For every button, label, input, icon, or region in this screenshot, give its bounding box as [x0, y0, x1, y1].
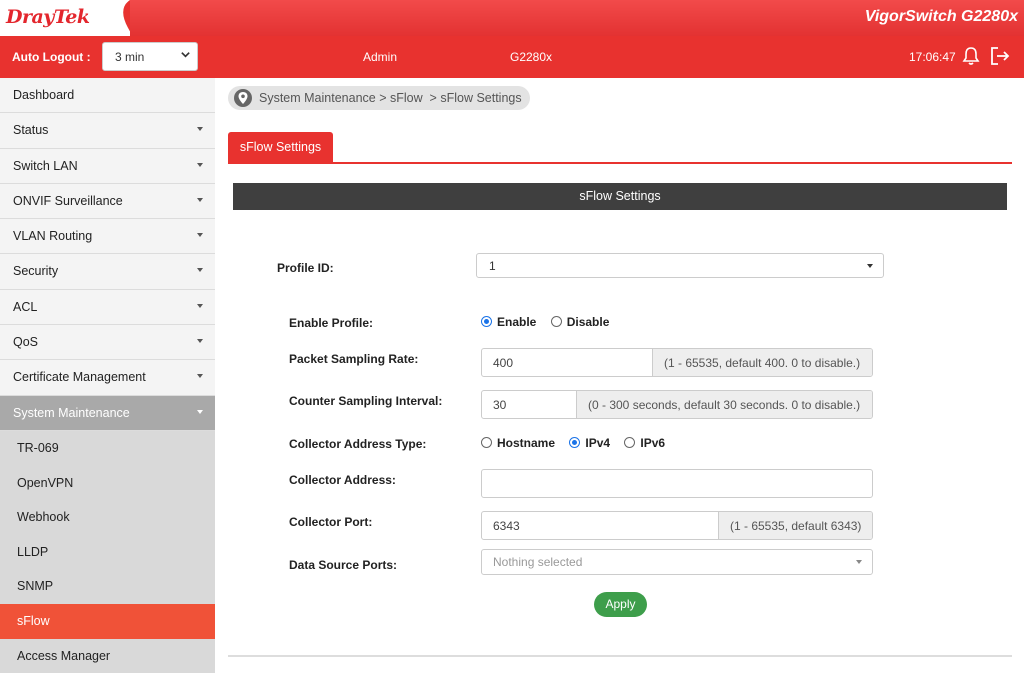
profile-id-label: Profile ID: — [277, 261, 334, 275]
draytek-logo: DrayTek — [6, 6, 90, 28]
collector-port-label: Collector Port: — [289, 515, 373, 529]
logout-icon[interactable] — [989, 46, 1011, 66]
collector-address-type-label: Collector Address Type: — [289, 437, 427, 451]
enable-profile-radio-group: Enable Disable — [481, 315, 620, 329]
sidebar-item-qos[interactable]: QoS — [0, 325, 215, 361]
breadcrumb: System Maintenance > sFlow > sFlow Setti… — [228, 86, 530, 110]
caret-down-icon — [197, 303, 203, 308]
tab-underline — [228, 162, 1012, 164]
radio-unselected-icon[interactable] — [550, 316, 562, 327]
sidebar-item-acl[interactable]: ACL — [0, 289, 215, 326]
bell-icon[interactable] — [962, 46, 980, 66]
sidebar-subitem-openvpn[interactable]: OpenVPN — [0, 465, 215, 501]
collector-address-type-ipv4-option[interactable]: IPv4 — [569, 436, 610, 450]
packet-sampling-rate-label: Packet Sampling Rate: — [289, 352, 419, 366]
collector-address-type-radio-group: Hostname IPv4 IPv6 — [481, 436, 676, 450]
profile-id-select[interactable]: 1 — [476, 253, 884, 278]
collector-port-group: 6343 (1 - 65535, default 6343) — [481, 511, 873, 540]
auto-logout-select[interactable]: 3 min — [102, 42, 198, 71]
counter-sampling-interval-hint: (0 - 300 seconds, default 30 seconds. 0 … — [576, 391, 872, 418]
enable-profile-label: Enable Profile: — [289, 316, 374, 330]
sidebar-item-switch-lan[interactable]: Switch LAN — [0, 148, 215, 184]
caret-down-icon — [197, 268, 203, 273]
counter-sampling-interval-input[interactable]: 30 — [482, 391, 578, 418]
caret-down-icon — [197, 339, 203, 344]
packet-sampling-rate-group: 400 (1 - 65535, default 400. 0 to disabl… — [481, 348, 873, 377]
current-user: Admin — [363, 50, 398, 64]
caret-down-icon — [197, 162, 203, 167]
radio-unselected-icon[interactable] — [481, 437, 492, 448]
collector-address-type-hostname-option[interactable]: Hostname — [481, 436, 555, 450]
sidebar-subitem-sflow[interactable]: sFlow — [0, 603, 215, 639]
sidebar-item-dashboard[interactable]: Dashboard — [0, 78, 215, 114]
collector-port-hint: (1 - 65535, default 6343) — [718, 512, 872, 539]
caret-down-icon — [197, 197, 203, 202]
sidebar-subitem-snmp[interactable]: SNMP — [0, 569, 215, 604]
auto-logout-value: 3 min — [115, 50, 145, 64]
enable-profile-disable-option[interactable]: Disable — [550, 315, 609, 329]
radio-selected-icon[interactable] — [481, 316, 492, 327]
sidebar: Dashboard Status Switch LAN ONVIF Survei… — [0, 78, 215, 673]
caret-down-icon — [867, 264, 873, 268]
sidebar-subitem-lldp[interactable]: LLDP — [0, 534, 215, 570]
device-model: G2280x — [510, 50, 553, 64]
collector-address-label: Collector Address: — [289, 473, 396, 487]
collector-address-type-ipv6-option[interactable]: IPv6 — [624, 436, 665, 450]
data-source-ports-label: Data Source Ports: — [289, 558, 398, 572]
collector-port-input[interactable]: 6343 — [482, 512, 720, 539]
caret-down-icon — [197, 233, 203, 238]
counter-sampling-interval-group: 30 (0 - 300 seconds, default 30 seconds.… — [481, 390, 873, 419]
data-source-ports-select[interactable]: Nothing selected — [481, 549, 873, 575]
header-bar: Auto Logout : 3 min Admin G2280x 17:06:4… — [0, 36, 1024, 78]
enable-profile-enable-option[interactable]: Enable — [481, 315, 536, 329]
banner-band: VigorSwitch G2280x — [130, 0, 1024, 36]
packet-sampling-rate-hint: (1 - 65535, default 400. 0 to disable.) — [652, 349, 872, 376]
packet-sampling-rate-input[interactable]: 400 — [482, 349, 654, 376]
sidebar-item-security[interactable]: Security — [0, 254, 215, 290]
sidebar-subitem-access-manager[interactable]: Access Manager — [0, 638, 215, 673]
chevron-down-icon — [181, 52, 190, 58]
auto-logout-label: Auto Logout : — [12, 50, 91, 64]
sidebar-subitem-webhook[interactable]: Webhook — [0, 500, 215, 535]
product-name: VigorSwitch G2280x — [864, 8, 1018, 25]
content-footer-divider — [228, 655, 1012, 657]
apply-button[interactable]: Apply — [594, 592, 647, 617]
counter-sampling-interval-label: Counter Sampling Interval: — [289, 394, 443, 408]
sidebar-subitem-tr-069[interactable]: TR-069 — [0, 430, 215, 466]
sidebar-item-onvif-surveillance[interactable]: ONVIF Surveillance — [0, 183, 215, 220]
caret-down-icon — [197, 374, 203, 379]
breadcrumb-text: System Maintenance > sFlow > sFlow Setti… — [259, 91, 522, 105]
tab-sflow-settings[interactable]: sFlow Settings — [228, 132, 333, 163]
caret-down-icon — [856, 560, 862, 564]
map-pin-icon — [234, 89, 252, 107]
radio-unselected-icon[interactable] — [624, 437, 636, 448]
data-source-ports-placeholder: Nothing selected — [493, 555, 583, 569]
radio-selected-icon[interactable] — [569, 437, 581, 448]
caret-down-icon — [197, 127, 203, 132]
sidebar-item-status[interactable]: Status — [0, 113, 215, 149]
clock: 17:06:47 — [909, 50, 956, 64]
sidebar-item-certificate-management[interactable]: Certificate Management — [0, 360, 215, 396]
sidebar-item-vlan-routing[interactable]: VLAN Routing — [0, 219, 215, 255]
caret-down-icon — [197, 409, 203, 414]
profile-id-value: 1 — [489, 259, 496, 273]
sidebar-item-system-maintenance[interactable]: System Maintenance — [0, 395, 215, 431]
section-header: sFlow Settings — [233, 183, 1007, 210]
top-banner: DrayTek VigorSwitch G2280x — [0, 0, 1024, 36]
collector-address-input[interactable] — [481, 469, 873, 498]
